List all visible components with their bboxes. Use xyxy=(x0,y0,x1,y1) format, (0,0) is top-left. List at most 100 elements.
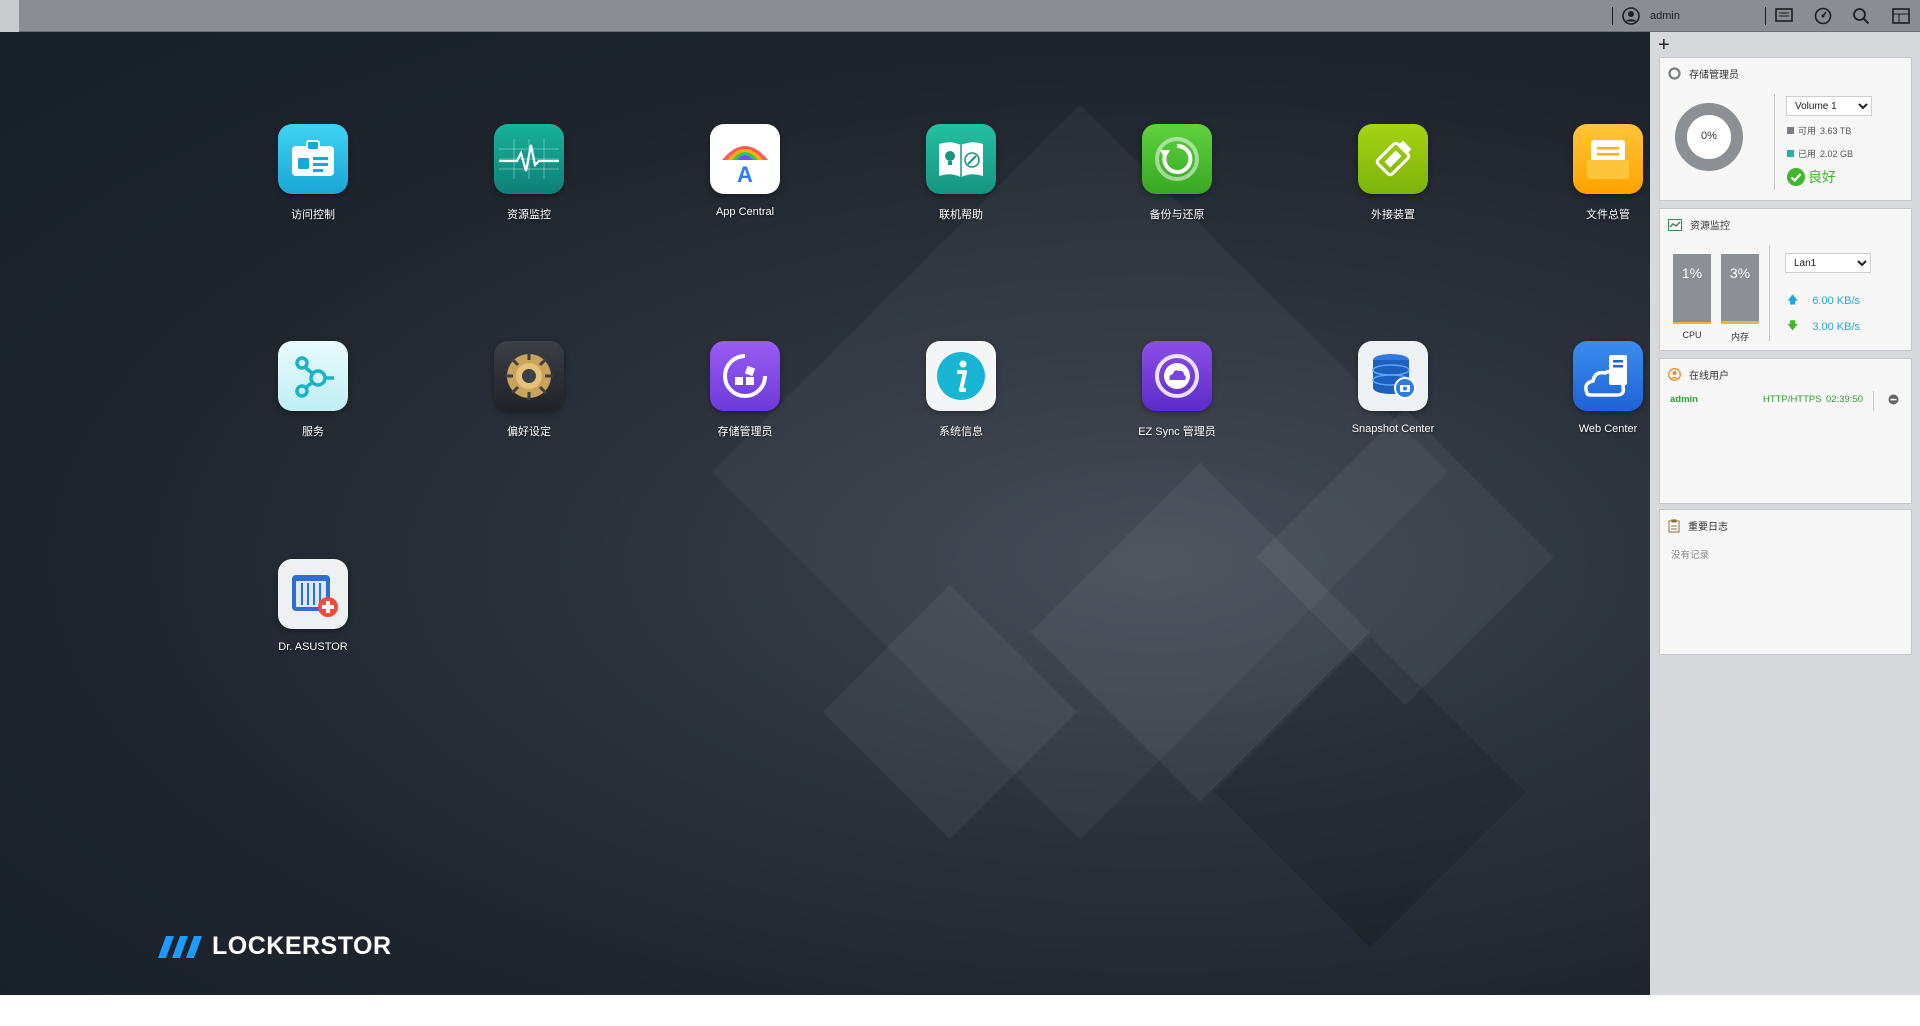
upload-value: 6.00 KB/s xyxy=(1812,294,1861,307)
storage-usage-percent: 0% xyxy=(1701,130,1717,142)
messages-icon[interactable] xyxy=(1773,5,1795,27)
app-dr-asustor[interactable]: Dr. ASUSTOR xyxy=(243,559,383,653)
memory-value: 3% xyxy=(1729,265,1751,281)
usb-device-icon xyxy=(1358,124,1428,194)
app-label: App Central xyxy=(715,206,775,218)
app-label: 资源监控 xyxy=(507,209,551,221)
taskbar-divider xyxy=(1765,7,1766,25)
app-label: 文件总管 xyxy=(1586,209,1630,221)
app-label: 外接装置 xyxy=(1371,209,1415,221)
monitor-chart-icon xyxy=(1668,218,1682,231)
upload-speed: 🡅 6.00 KB/s xyxy=(1787,291,1860,310)
app-backup-restore[interactable]: 备份与还原 xyxy=(1107,124,1247,222)
dashboard-gauge-icon[interactable] xyxy=(1812,5,1834,27)
app-snapshot-center[interactable]: Snapshot Center xyxy=(1323,341,1463,435)
cpu-value: 1% xyxy=(1681,265,1703,281)
app-online-help[interactable]: 联机帮助 xyxy=(891,124,1031,222)
bottom-strip xyxy=(0,995,1920,1026)
taskbar-left-handle[interactable] xyxy=(0,0,19,32)
download-speed: 🡇 3.00 KB/s xyxy=(1787,317,1860,336)
divider xyxy=(1774,94,1775,190)
svg-text:A: A xyxy=(737,162,753,184)
app-file-explorer[interactable]: 文件总管 xyxy=(1538,124,1650,222)
app-ez-sync[interactable]: EZ Sync 管理员 xyxy=(1107,341,1247,439)
search-icon[interactable] xyxy=(1850,5,1872,27)
online-user-time: 02:39:50 xyxy=(1826,394,1863,405)
backup-icon xyxy=(1142,124,1212,194)
info-icon xyxy=(926,341,996,411)
download-arrow-icon: 🡇 xyxy=(1787,320,1799,332)
taskbar-divider xyxy=(1612,7,1613,25)
app-external-devices[interactable]: 外接装置 xyxy=(1323,124,1463,222)
app-preferences[interactable]: 偏好设定 xyxy=(459,341,599,439)
folder-icon xyxy=(1573,124,1643,194)
add-widget-button[interactable]: + xyxy=(1658,34,1670,57)
app-label: 存储管理员 xyxy=(717,426,773,438)
used-label: 已用 xyxy=(1798,149,1817,159)
app-resource-monitor[interactable]: 资源监控 xyxy=(459,124,599,222)
lan-select[interactable]: Lan1 xyxy=(1785,253,1871,273)
cpu-bar: 1% xyxy=(1673,254,1711,324)
resource-widget: 资源监控 1% CPU 3% 内存 Lan1 🡅 6.00 KB/s 🡇 3.0… xyxy=(1659,208,1912,351)
divider xyxy=(1769,245,1770,341)
online-user-protocol: HTTP/HTTPS xyxy=(1763,394,1822,405)
online-user-row: admin HTTP/HTTPS 02:39:50 xyxy=(1670,391,1904,411)
gear-icon xyxy=(494,341,564,411)
user-avatar-icon xyxy=(1622,7,1640,25)
id-badge-icon xyxy=(278,124,348,194)
widget-header: 存储管理员 xyxy=(1668,66,1739,81)
app-storage-manager[interactable]: 存储管理员 xyxy=(675,341,815,439)
app-web-center[interactable]: Web Center xyxy=(1538,341,1650,435)
app-label: 备份与还原 xyxy=(1149,209,1205,221)
snapshot-database-icon xyxy=(1358,341,1428,411)
important-logs-widget: 重要日志 没有记录 xyxy=(1659,509,1912,655)
app-app-central[interactable]: A App Central xyxy=(675,124,815,218)
app-label: Snapshot Center xyxy=(1351,423,1435,435)
app-store-icon: A xyxy=(710,124,780,194)
widget-header: 资源监控 xyxy=(1668,217,1730,232)
app-access-control[interactable]: 访问控制 xyxy=(243,124,383,222)
user-menu[interactable]: admin xyxy=(1622,6,1680,26)
available-label: 可用 xyxy=(1798,126,1817,136)
cpu-fill xyxy=(1673,322,1711,324)
widget-sidebar: + 存储管理员 0% Volume 1 可用 3.63 TB 已用 2.02 G… xyxy=(1650,32,1920,995)
widget-title: 资源监控 xyxy=(1690,221,1730,232)
cpu-label: CPU xyxy=(1682,330,1702,340)
status-text: 良好 xyxy=(1808,169,1836,185)
widget-header: 重要日志 xyxy=(1668,518,1728,533)
storage-used: 已用 2.02 GB xyxy=(1787,147,1853,160)
app-system-info[interactable]: 系统信息 xyxy=(891,341,1031,439)
taskbar: admin xyxy=(0,0,1920,32)
storage-available: 可用 3.63 TB xyxy=(1787,124,1851,137)
widget-title: 在线用户 xyxy=(1689,371,1729,382)
user-circle-icon xyxy=(1668,368,1681,381)
app-label: 服务 xyxy=(302,426,324,438)
app-label: Web Center xyxy=(1578,423,1638,435)
logs-empty-text: 没有记录 xyxy=(1671,550,1710,561)
download-value: 3.00 KB/s xyxy=(1812,320,1861,333)
app-label: 偏好设定 xyxy=(507,426,551,438)
app-label: 访问控制 xyxy=(291,209,335,221)
available-value: 3.63 TB xyxy=(1820,125,1852,136)
memory-bar: 3% xyxy=(1721,254,1759,324)
upload-arrow-icon: 🡅 xyxy=(1787,294,1799,306)
brand-logo: LOCKERSTOR xyxy=(158,932,392,961)
memory-label: 内存 xyxy=(1730,332,1749,342)
widget-header: 在线用户 xyxy=(1668,367,1729,382)
app-label: EZ Sync 管理员 xyxy=(1138,426,1216,438)
clipboard-icon xyxy=(1668,519,1680,532)
cloud-sync-icon xyxy=(1142,341,1212,411)
storage-icon xyxy=(710,341,780,411)
volume-select[interactable]: Volume 1 xyxy=(1786,96,1872,116)
app-services[interactable]: 服务 xyxy=(243,341,383,439)
used-swatch xyxy=(1787,150,1794,157)
online-user-name: admin xyxy=(1670,394,1698,405)
help-book-icon xyxy=(926,124,996,194)
widgets-icon[interactable] xyxy=(1890,5,1912,27)
disconnect-user-icon[interactable] xyxy=(1888,394,1899,405)
storage-widget: 存储管理员 0% Volume 1 可用 3.63 TB 已用 2.02 GB … xyxy=(1659,57,1912,201)
widget-title: 重要日志 xyxy=(1688,522,1728,533)
web-server-icon xyxy=(1573,341,1643,411)
services-icon xyxy=(278,341,348,411)
heartbeat-icon xyxy=(494,124,564,194)
